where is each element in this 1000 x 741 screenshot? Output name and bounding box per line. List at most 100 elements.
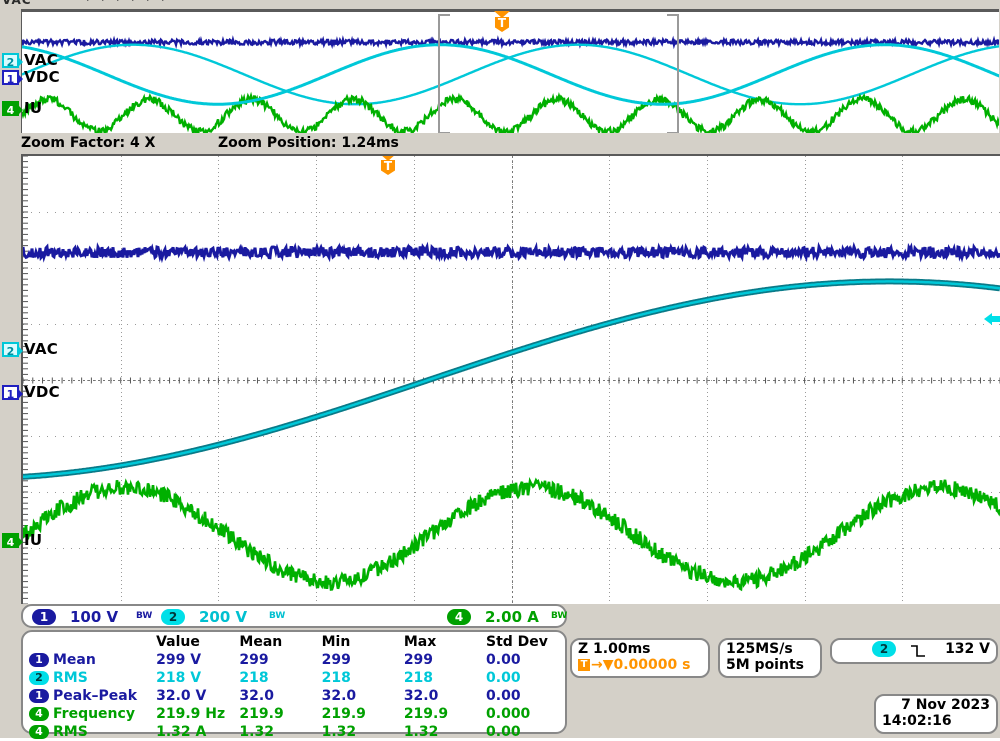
measurement-row[interactable]: 1Mean299 V2992992990.00 xyxy=(29,651,571,669)
measurement-channel-bubble: 2 xyxy=(29,671,49,685)
measurement-header-row: ValueMeanMinMaxStd Dev xyxy=(29,633,571,651)
measurement-max-cell: 219.9 xyxy=(404,705,486,723)
oscilloscope-screen: VAC · · · · · · T 2 VAC 1 xyxy=(0,0,1000,738)
main-pane: T 2 VAC 1 VDC 4 IU xyxy=(0,154,1000,604)
overview-ch1-label: VDC xyxy=(24,68,60,86)
measurement-col-header: Max xyxy=(404,633,486,651)
measurement-value-cell: 32.0 V xyxy=(156,687,239,705)
main-ch4-id: 4 xyxy=(7,536,15,549)
measurement-stddev-cell: 0.000 xyxy=(486,705,571,723)
trigger-delay-value: 0.00000 s xyxy=(614,657,691,673)
timebase-box[interactable]: Z 1.00ms T→▼0.00000 s xyxy=(570,638,710,678)
trigger-delay-row: T→▼0.00000 s xyxy=(578,657,702,673)
measurement-channel-bubble: 1 xyxy=(29,689,49,703)
overview-ch2-marker[interactable]: 2 xyxy=(2,53,19,68)
overview-plot[interactable]: T xyxy=(21,9,999,133)
measurement-max-cell: 218 xyxy=(404,669,486,687)
overview-ch4-label: IU xyxy=(24,99,42,117)
ch2-pointer-icon-main xyxy=(17,345,23,357)
ch2-volts-div[interactable]: 200 V xyxy=(199,608,247,626)
ch4-bubble[interactable]: 4 xyxy=(447,609,471,625)
channel-settings-row[interactable]: 1 100 V BW 2 200 V BW 4 2.00 A BW xyxy=(21,604,567,628)
main-trace-VDC xyxy=(23,247,1000,258)
main-ch2-marker[interactable]: 2 xyxy=(2,342,19,357)
measurement-max-cell: 299 xyxy=(404,651,486,669)
zoom-factor-label: Zoom Factor: 4 X xyxy=(21,135,155,151)
overview-ch4-marker[interactable]: 4 xyxy=(2,101,19,116)
measurement-mean-cell: 32.0 xyxy=(239,687,321,705)
measurement-channel-bubble: 1 xyxy=(29,653,49,667)
overview-ch1-marker[interactable]: 1 xyxy=(2,70,19,85)
measurement-value-cell: 299 V xyxy=(156,651,239,669)
measurement-col-header: Std Dev xyxy=(486,633,571,651)
measurement-max-cell: 1.32 xyxy=(404,723,486,741)
overview-ch4-id: 4 xyxy=(7,104,15,117)
ch2-bubble[interactable]: 2 xyxy=(161,609,185,625)
ch1-pointer-icon xyxy=(17,73,23,85)
sample-rate-value: 125MS/s xyxy=(726,641,814,657)
zoom-info-bar: Zoom Factor: 4 X Zoom Position: 1.24ms xyxy=(0,134,1000,154)
measurement-mean-cell: 219.9 xyxy=(239,705,321,723)
ch1-bubble[interactable]: 1 xyxy=(32,609,56,625)
zoom-bracket-bottom-left xyxy=(440,132,450,133)
acquisition-box[interactable]: 125MS/s 5M points xyxy=(718,638,822,678)
overview-trigger-marker[interactable]: T xyxy=(494,11,510,32)
measurement-row[interactable]: 4RMS1.32 A1.321.321.320.00 xyxy=(29,723,571,741)
main-ch4-marker[interactable]: 4 xyxy=(2,533,19,548)
measurement-row[interactable]: 2RMS218 V2182182180.00 xyxy=(29,669,571,687)
measurement-channel-bubble: 4 xyxy=(29,707,49,721)
main-trace-IU xyxy=(23,480,1000,590)
main-ch1-id: 1 xyxy=(7,388,15,401)
measurement-row[interactable]: 4Frequency219.9 Hz219.9219.9219.90.000 xyxy=(29,705,571,723)
overview-top-border xyxy=(22,10,999,12)
trigger-arrow-icon xyxy=(494,11,510,18)
measurement-value-cell: 218 V xyxy=(156,669,239,687)
measurement-min-cell: 299 xyxy=(322,651,404,669)
measurement-min-cell: 32.0 xyxy=(322,687,404,705)
measurement-name-cell: 1Peak–Peak xyxy=(29,687,156,705)
measurement-min-cell: 219.9 xyxy=(322,705,404,723)
main-ch2-id: 2 xyxy=(7,345,15,358)
trigger-level-arrow-icon[interactable] xyxy=(984,311,1000,327)
main-trigger-arrow-icon xyxy=(380,154,396,161)
measurement-mean-cell: 218 xyxy=(239,669,321,687)
measurement-name-cell: 4RMS xyxy=(29,723,156,741)
trigger-level-value: 132 V xyxy=(945,641,990,657)
main-plot[interactable]: T xyxy=(21,154,1000,604)
measurement-min-cell: 218 xyxy=(322,669,404,687)
measurement-channel-bubble: 4 xyxy=(29,725,49,739)
main-ch2-label: VAC xyxy=(24,340,58,358)
zoom-window-bracket[interactable] xyxy=(438,14,680,133)
ch1-bandwidth-icon: BW xyxy=(136,611,152,621)
delay-arrows-icon: →▼ xyxy=(591,657,614,673)
measurement-mean-cell: 299 xyxy=(239,651,321,669)
date-value: 7 Nov 2023 xyxy=(882,697,990,713)
measurement-grid: ValueMeanMinMaxStd Dev1Mean299 V29929929… xyxy=(29,633,571,741)
ch4-amps-div[interactable]: 2.00 A xyxy=(485,608,539,626)
clock-box: 7 Nov 2023 14:02:16 xyxy=(874,694,998,734)
measurement-table[interactable]: ValueMeanMinMaxStd Dev1Mean299 V29929929… xyxy=(21,630,567,734)
measurement-row[interactable]: 1Peak–Peak32.0 V32.032.032.00.00 xyxy=(29,687,571,705)
main-trigger-t-icon: T xyxy=(381,160,395,175)
ch2-pointer-icon xyxy=(17,56,23,68)
measurement-stddev-cell: 0.00 xyxy=(486,669,571,687)
time-value: 14:02:16 xyxy=(882,713,990,729)
zoom-timebase-value: Z 1.00ms xyxy=(578,641,702,657)
main-ch1-label: VDC xyxy=(24,383,60,401)
trigger-box[interactable]: 2 132 V xyxy=(830,638,998,664)
ch1-pointer-icon-main xyxy=(17,388,23,400)
zoom-bracket-bottom-right xyxy=(667,132,677,133)
ch2-bandwidth-icon: BW xyxy=(269,611,285,621)
overview-pane: T 2 VAC 1 VDC 4 IU xyxy=(0,6,1000,134)
measurement-stddev-cell: 0.00 xyxy=(486,651,571,669)
main-ch1-marker[interactable]: 1 xyxy=(2,385,19,400)
overview-ch1-id: 1 xyxy=(7,73,15,86)
trigger-badge-icon: T xyxy=(578,659,590,671)
main-trigger-marker[interactable]: T xyxy=(380,154,396,175)
measurement-stddev-cell: 0.00 xyxy=(486,687,571,705)
measurement-col-header: Value xyxy=(156,633,239,651)
trigger-source-bubble[interactable]: 2 xyxy=(872,641,896,657)
measurement-max-cell: 32.0 xyxy=(404,687,486,705)
ch1-volts-div[interactable]: 100 V xyxy=(70,608,118,626)
trigger-t-icon: T xyxy=(495,17,509,32)
